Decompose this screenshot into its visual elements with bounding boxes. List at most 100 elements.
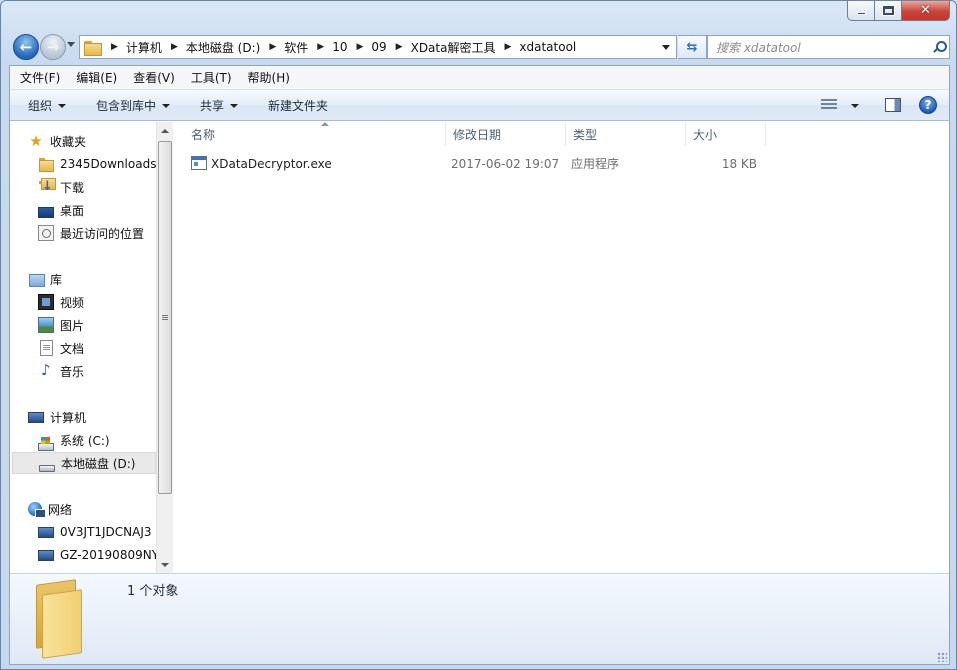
recent-pages-dropdown[interactable]: [67, 42, 75, 47]
close-button[interactable]: ✕: [902, 1, 950, 21]
refresh-button[interactable]: ⇆: [678, 35, 707, 59]
search-input[interactable]: 搜索 xdatatool: [707, 35, 950, 59]
breadcrumb-software[interactable]: 软件: [284, 39, 308, 56]
nav-item-label: 文档: [60, 341, 85, 356]
change-view-icon[interactable]: [821, 99, 837, 111]
chevron-down-icon[interactable]: [851, 103, 859, 108]
nav-item-2345downloads[interactable]: 2345Downloads: [38, 153, 156, 175]
caption-buttons: ✕: [847, 1, 950, 21]
navigation-scrollbar[interactable]: [156, 122, 173, 573]
chevron-right-icon[interactable]: ▶: [260, 42, 284, 52]
back-arrow-icon: ←: [19, 38, 33, 56]
include-in-library-label: 包含到库中: [96, 98, 157, 113]
nav-item-drive-c[interactable]: 系统 (C:): [38, 429, 110, 451]
column-header-size[interactable]: 大小: [686, 122, 766, 146]
system-drive-icon: [38, 437, 54, 451]
chevron-right-icon[interactable]: ▶: [347, 42, 371, 52]
search-icon[interactable]: [929, 37, 949, 57]
explorer-client-area: 文件(F) 编辑(E) 查看(V) 工具(T) 帮助(H) 组织 包含到库中 共…: [9, 65, 950, 665]
share-button[interactable]: 共享: [182, 90, 250, 120]
breadcrumb-10[interactable]: 10: [332, 40, 347, 54]
chevron-right-icon[interactable]: ▶: [387, 42, 411, 52]
menu-tools[interactable]: 工具(T): [183, 66, 240, 90]
nav-libraries-label: 库: [50, 272, 63, 287]
nav-item-label: 系统 (C:): [60, 433, 110, 448]
table-row[interactable]: XDataDecryptor.exe 2017-06-02 19:07 应用程序…: [182, 153, 766, 175]
nav-item-documents[interactable]: 文档: [38, 337, 84, 359]
back-button[interactable]: ←: [13, 34, 39, 60]
chevron-right-icon[interactable]: ▶: [162, 42, 186, 52]
nav-network-label: 网络: [48, 502, 73, 517]
nav-item-label: 视频: [60, 295, 85, 310]
nav-item-label: 下载: [60, 180, 85, 195]
library-icon: [28, 271, 45, 287]
share-label: 共享: [200, 98, 225, 113]
chevron-up-icon: [161, 128, 169, 133]
file-size: 18 KB: [721, 157, 757, 171]
navigation-row: ← → ▶ 计算机 ▶ 本地磁盘 (D:) ▶ 软件 ▶ 10 ▶ 09 ▶ X…: [9, 32, 950, 62]
column-header-name[interactable]: 名称: [184, 122, 446, 146]
chevron-right-icon[interactable]: ▶: [308, 42, 332, 52]
column-header-modified[interactable]: 修改日期: [446, 122, 566, 146]
folder-icon: [84, 40, 102, 56]
picture-icon: [38, 317, 54, 333]
breadcrumb-09[interactable]: 09: [371, 40, 386, 54]
chevron-down-icon: [662, 44, 670, 50]
breadcrumb-drive-d[interactable]: 本地磁盘 (D:): [186, 39, 260, 56]
file-name[interactable]: XDataDecryptor.exe: [211, 153, 332, 175]
nav-item-videos[interactable]: 视频: [38, 291, 84, 313]
nav-item-drive-d[interactable]: 本地磁盘 (D:): [12, 452, 156, 474]
network-icon: [28, 502, 46, 518]
chevron-right-icon[interactable]: ▶: [102, 42, 126, 52]
minimize-button[interactable]: [847, 1, 875, 21]
nav-item-network-pc-2[interactable]: GZ-20190809NY: [38, 544, 156, 566]
preview-pane-icon[interactable]: [885, 98, 901, 112]
nav-computer[interactable]: 计算机: [28, 406, 86, 428]
column-header-type[interactable]: 类型: [566, 122, 686, 146]
include-in-library-button[interactable]: 包含到库中: [78, 90, 182, 120]
breadcrumb-xdatatool[interactable]: xdatatool: [519, 40, 576, 54]
nav-item-downloads[interactable]: 下载: [38, 176, 84, 198]
file-modified: 2017-06-02 19:07: [451, 157, 560, 171]
breadcrumb-xdata-tool[interactable]: XData解密工具: [411, 39, 496, 56]
menu-help[interactable]: 帮助(H): [240, 66, 298, 90]
chevron-down-icon: [161, 562, 169, 567]
nav-favorites[interactable]: ★ 收藏夹: [28, 130, 86, 152]
scroll-thumb[interactable]: [158, 141, 172, 494]
folder-icon: [38, 156, 54, 172]
nav-item-desktop[interactable]: 桌面: [38, 199, 84, 221]
organize-button[interactable]: 组织: [10, 90, 78, 120]
nav-network[interactable]: 网络: [28, 498, 72, 520]
star-icon: ★: [29, 132, 43, 150]
menu-edit[interactable]: 编辑(E): [68, 66, 125, 90]
search-placeholder: 搜索 xdatatool: [716, 40, 801, 55]
folder-icon: [32, 579, 84, 659]
forward-button[interactable]: →: [40, 34, 66, 60]
help-icon[interactable]: ?: [919, 96, 937, 114]
scroll-down-button[interactable]: [157, 556, 173, 573]
menu-bar: 文件(F) 编辑(E) 查看(V) 工具(T) 帮助(H): [10, 66, 949, 90]
desktop-icon: [38, 206, 54, 218]
nav-item-music[interactable]: 音乐: [38, 360, 84, 382]
nav-item-network-pc-1[interactable]: 0V3JT1JDCNAJ3: [38, 521, 152, 543]
explorer-window: ✕ ← → ▶ 计算机 ▶ 本地磁盘 (D:) ▶ 软件 ▶ 10 ▶ 09 ▶…: [0, 0, 957, 670]
address-history-button[interactable]: [658, 36, 674, 58]
music-icon: [38, 361, 54, 379]
nav-item-label: 最近访问的位置: [60, 226, 145, 241]
resize-grip-icon[interactable]: [937, 652, 947, 662]
breadcrumb-computer[interactable]: 计算机: [126, 39, 162, 56]
maximize-button[interactable]: [875, 1, 902, 21]
minimize-icon: [856, 12, 866, 15]
nav-item-pictures[interactable]: 图片: [38, 314, 84, 336]
nav-favorites-label: 收藏夹: [50, 134, 87, 149]
address-bar[interactable]: ▶ 计算机 ▶ 本地磁盘 (D:) ▶ 软件 ▶ 10 ▶ 09 ▶ XData…: [79, 35, 677, 59]
nav-item-label: GZ-20190809NY: [60, 548, 156, 562]
menu-file[interactable]: 文件(F): [12, 66, 68, 90]
chevron-right-icon[interactable]: ▶: [495, 42, 519, 52]
nav-item-recent-places[interactable]: 最近访问的位置: [38, 222, 144, 244]
scroll-up-button[interactable]: [157, 122, 173, 139]
new-folder-button[interactable]: 新建文件夹: [250, 90, 340, 120]
grip-icon: [162, 314, 168, 321]
menu-view[interactable]: 查看(V): [125, 66, 183, 90]
nav-libraries[interactable]: 库: [28, 268, 62, 290]
